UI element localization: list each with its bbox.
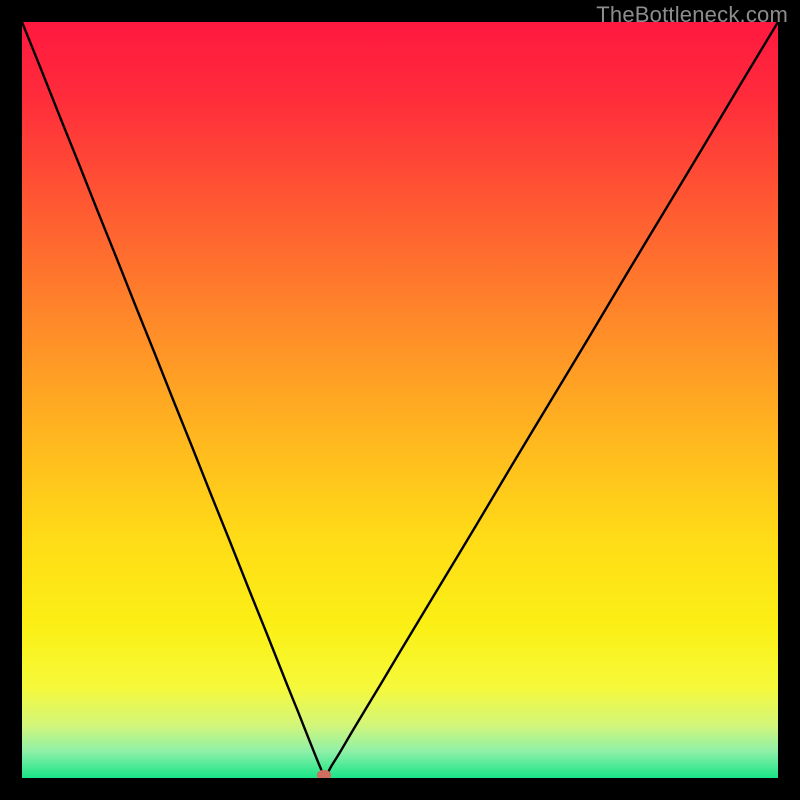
minimum-marker [317, 770, 331, 778]
bottleneck-curve [22, 22, 778, 778]
chart-frame: TheBottleneck.com [0, 0, 800, 800]
watermark-text: TheBottleneck.com [596, 2, 788, 28]
plot-area [22, 22, 778, 778]
